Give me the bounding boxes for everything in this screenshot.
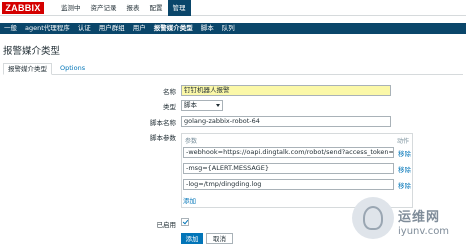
- main-menu-reports[interactable]: 报表: [122, 0, 145, 16]
- param-input-log[interactable]: -log=/tmp/dingding.log: [183, 179, 394, 190]
- sub-menu: 一般 agent代理程序 认证 用户群组 用户 报警媒介类型 脚本 队列: [0, 23, 466, 34]
- param-input-webhook[interactable]: -webhook=https://oapi.dingtalk.com/robot…: [183, 147, 394, 158]
- sub-menu-authentication[interactable]: 认证: [74, 23, 95, 34]
- enabled-checkbox[interactable]: [181, 218, 189, 226]
- script-name-input[interactable]: golang-zabbix-robot-64: [181, 116, 391, 127]
- page-title: 报警媒介类型: [3, 46, 61, 57]
- action-column-header: 动作: [397, 138, 410, 145]
- param-remove-link[interactable]: 移除: [398, 164, 411, 174]
- main-menu-administration[interactable]: 管理: [167, 0, 191, 16]
- sub-menu-user-groups[interactable]: 用户群组: [95, 23, 129, 34]
- params-column-header: 参数: [185, 138, 198, 145]
- form-tabs: 报警媒介类型 Options: [3, 63, 463, 75]
- main-menu-monitoring[interactable]: 监测中: [56, 0, 86, 16]
- sub-menu-proxies[interactable]: agent代理程序: [21, 23, 74, 34]
- top-bar: ZABBIX 监测中 资产记录 报表 配置 管理: [0, 0, 466, 16]
- main-menu-inventory[interactable]: 资产记录: [86, 0, 122, 16]
- watermark-logo: [352, 197, 394, 239]
- type-select-value: 脚本: [184, 101, 197, 109]
- add-button[interactable]: 添加: [181, 233, 203, 244]
- enabled-label: 已启用: [156, 221, 177, 229]
- add-param-link[interactable]: 添加: [183, 195, 196, 205]
- param-remove-link[interactable]: 移除: [398, 148, 411, 158]
- watermark-url: iyunv.com: [398, 226, 450, 237]
- param-input-msg[interactable]: -msg={ALERT.MESSAGE}: [183, 163, 394, 174]
- script-name-label: 脚本名称: [150, 119, 176, 127]
- chevron-down-icon: [216, 104, 220, 107]
- sub-menu-media-types[interactable]: 报警媒介类型: [150, 23, 197, 34]
- watermark-title: 运维网: [398, 210, 441, 225]
- sub-menu-general[interactable]: 一般: [0, 23, 21, 34]
- type-select[interactable]: 脚本: [181, 100, 223, 111]
- main-menu-configuration[interactable]: 配置: [145, 0, 168, 16]
- name-label: 名称: [163, 88, 176, 96]
- sub-menu-users[interactable]: 用户: [129, 23, 150, 34]
- sub-menu-scripts[interactable]: 脚本: [197, 23, 218, 34]
- script-params-label: 脚本参数: [150, 134, 176, 142]
- cancel-button[interactable]: 取消: [206, 233, 233, 244]
- check-icon: [182, 218, 189, 225]
- watermark-logo-icon: [363, 206, 383, 230]
- main-menu: 监测中 资产记录 报表 配置 管理: [56, 0, 191, 16]
- sub-menu-queue[interactable]: 队列: [218, 23, 239, 34]
- zabbix-logo[interactable]: ZABBIX: [2, 2, 44, 14]
- tab-options[interactable]: Options: [56, 63, 89, 75]
- tab-media-type[interactable]: 报警媒介类型: [3, 63, 52, 75]
- type-label: 类型: [163, 103, 176, 111]
- name-input[interactable]: 钉钉机器人报警: [181, 85, 391, 96]
- param-remove-link[interactable]: 移除: [398, 180, 411, 190]
